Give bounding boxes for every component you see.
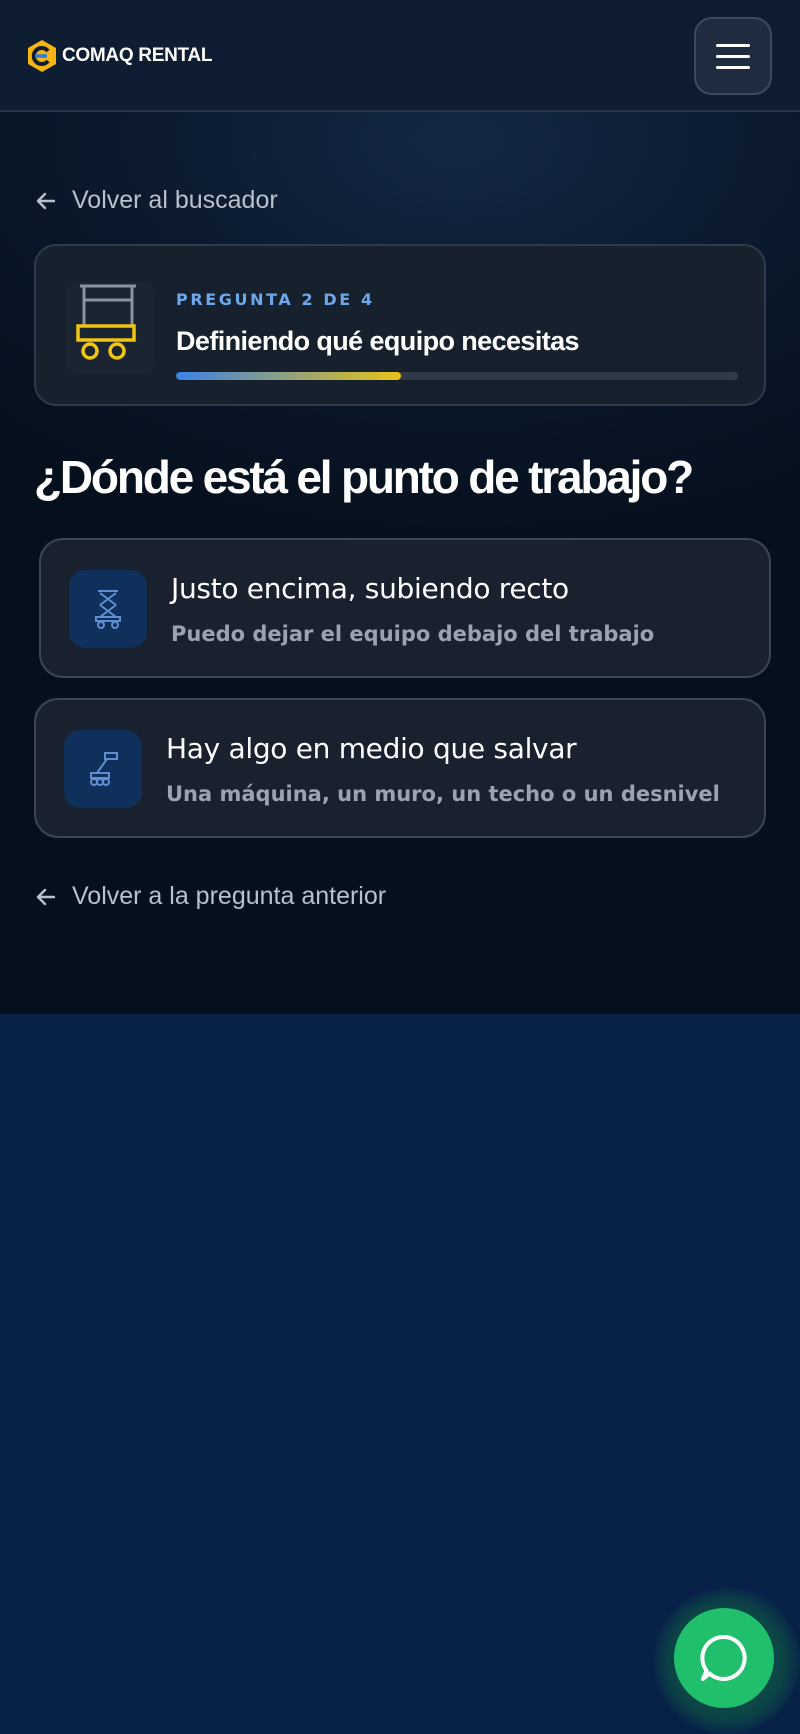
boom-lift-icon: [90, 752, 118, 786]
brand-logo[interactable]: COMAQ RENTAL: [26, 38, 212, 74]
step-counter: PREGUNTA 2 DE 4: [176, 290, 375, 309]
arrow-left-icon: [36, 192, 56, 209]
progress-card: PREGUNTA 2 DE 4 Definiendo qué equipo ne…: [34, 244, 766, 406]
option-straight-up[interactable]: Justo encima, subiendo recto Puedo dejar…: [39, 538, 771, 678]
question-title: ¿Dónde está el punto de trabajo?: [34, 451, 694, 503]
whatsapp-icon: [700, 1634, 747, 1681]
option-title: Justo encima, subiendo recto: [171, 572, 569, 605]
scissor-lift-icon: [66, 282, 154, 374]
site-header: COMAQ RENTAL: [0, 0, 800, 112]
back-to-search-label: Volver al buscador: [72, 186, 278, 214]
option-obstacle[interactable]: Hay algo en medio que salvar Una máquina…: [34, 698, 766, 838]
progress-bar: [176, 372, 738, 380]
whatsapp-button[interactable]: [674, 1608, 774, 1708]
option-title: Hay algo en medio que salvar: [166, 732, 577, 765]
comaq-logo-icon: [28, 40, 56, 72]
brand-name: COMAQ RENTAL: [62, 45, 213, 66]
scissor-lift-icon: [95, 590, 121, 629]
hamburger-icon: [716, 43, 750, 47]
option-icon-box: [69, 570, 147, 648]
progress-bar-fill: [176, 372, 401, 380]
quiz-section: [0, 0, 800, 1014]
back-to-previous-label: Volver a la pregunta anterior: [72, 882, 387, 910]
progress-title: Definiendo qué equipo necesitas: [176, 326, 580, 356]
option-description: Una máquina, un muro, un techo o un desn…: [166, 782, 720, 806]
back-to-search-link[interactable]: Volver al buscador: [34, 186, 278, 215]
option-icon-box: [64, 730, 142, 808]
arrow-left-icon: [36, 888, 56, 905]
menu-button[interactable]: [694, 17, 772, 95]
option-description: Puedo dejar el equipo debajo del trabajo: [171, 622, 655, 646]
back-to-previous-link[interactable]: Volver a la pregunta anterior: [34, 882, 386, 911]
